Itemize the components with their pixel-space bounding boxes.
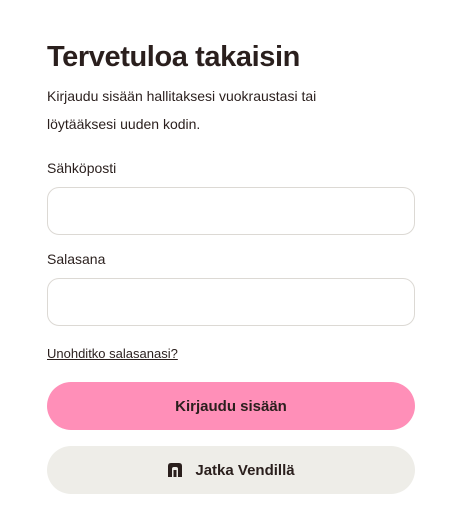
page-subtitle: Kirjaudu sisään hallitaksesi vuokraustas… <box>47 88 317 132</box>
page-title: Tervetuloa takaisin <box>47 41 300 73</box>
forgot-password-link[interactable]: Unohditko salasanasi? <box>47 344 178 364</box>
password-field[interactable] <box>47 278 415 326</box>
login-card: Tervetuloa takaisin Kirjaudu sisään hall… <box>0 0 467 510</box>
email-label: Sähköposti <box>47 160 117 176</box>
password-label: Salasana <box>47 251 106 267</box>
sign-in-button-label: Kirjaudu sisään <box>175 397 287 415</box>
email-field[interactable] <box>47 187 415 235</box>
continue-with-vendi-label: Jatka Vendillä <box>195 461 295 479</box>
sign-in-button[interactable]: Kirjaudu sisään <box>47 382 415 430</box>
vendi-logo-icon <box>168 463 183 477</box>
continue-with-vendi-button[interactable]: Jatka Vendillä <box>47 446 415 494</box>
